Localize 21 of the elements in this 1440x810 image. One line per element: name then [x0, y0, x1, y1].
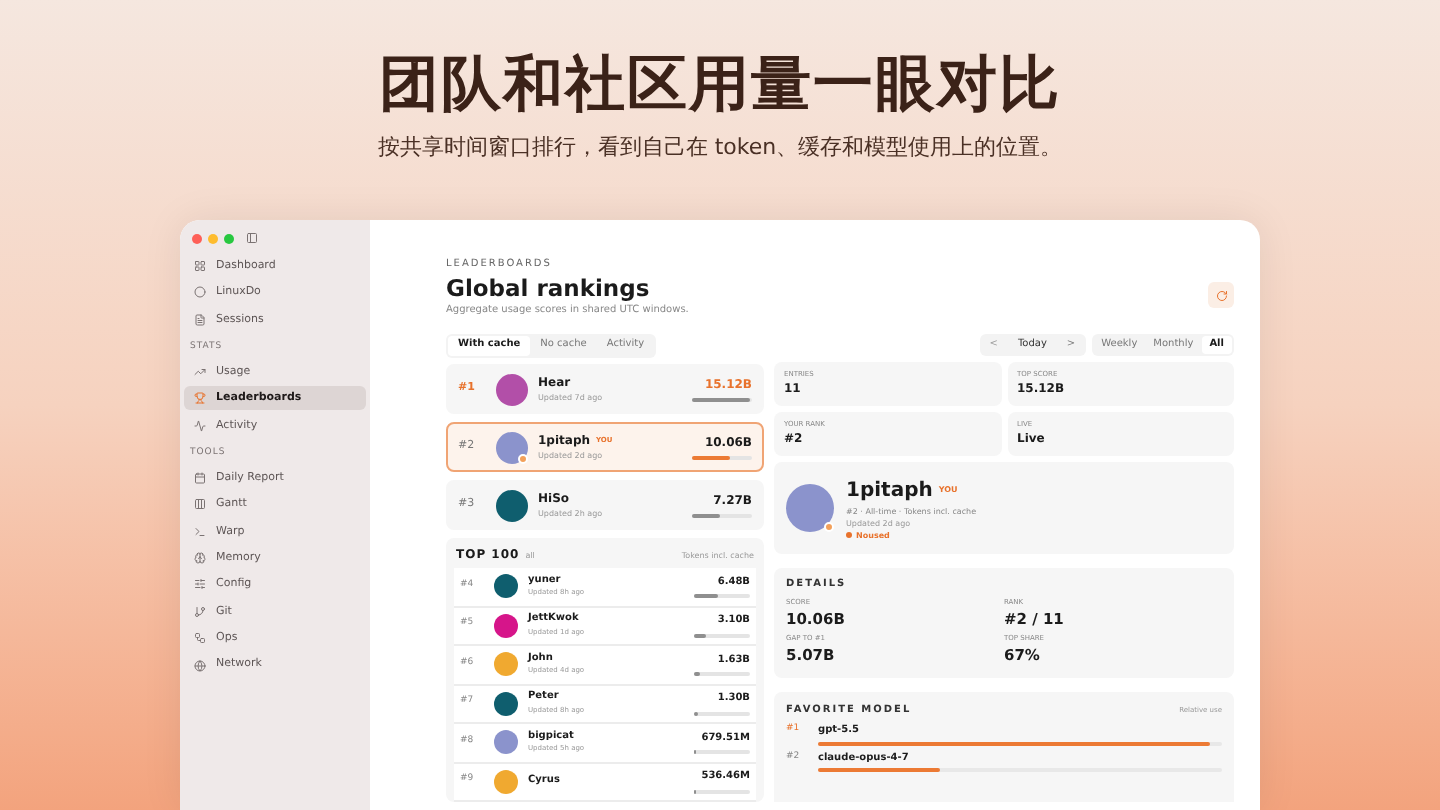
sidebar-icon — [194, 286, 206, 299]
sidebar-icon — [194, 632, 206, 645]
sidebar-icon — [194, 498, 206, 511]
sidebar-icon — [194, 419, 206, 432]
subtitle: 按共享时间窗口排行，看到自己在 token、缓存和模型使用上的位置。 — [377, 134, 1063, 162]
sidebar-icon — [194, 365, 206, 378]
sidebar-icon — [194, 525, 206, 538]
sidebar-icon — [194, 471, 206, 484]
sidebar-icon — [194, 659, 206, 672]
page-title: Global rankings — [446, 275, 652, 301]
sidebar-icon — [194, 578, 206, 591]
profile-name: 1pitaph — [846, 477, 933, 505]
headline: 团队和社区用量一眼对比 — [379, 50, 1061, 122]
sidebar-icon — [194, 392, 206, 405]
sidebar-toggle-icon[interactable] — [246, 232, 258, 244]
sidebar-icon — [194, 260, 206, 272]
refresh-button[interactable] — [1208, 282, 1234, 308]
refresh-icon — [1215, 289, 1227, 301]
sidebar-icon — [194, 605, 206, 618]
sidebar-icon — [194, 313, 206, 326]
sidebar-icon — [194, 552, 206, 565]
